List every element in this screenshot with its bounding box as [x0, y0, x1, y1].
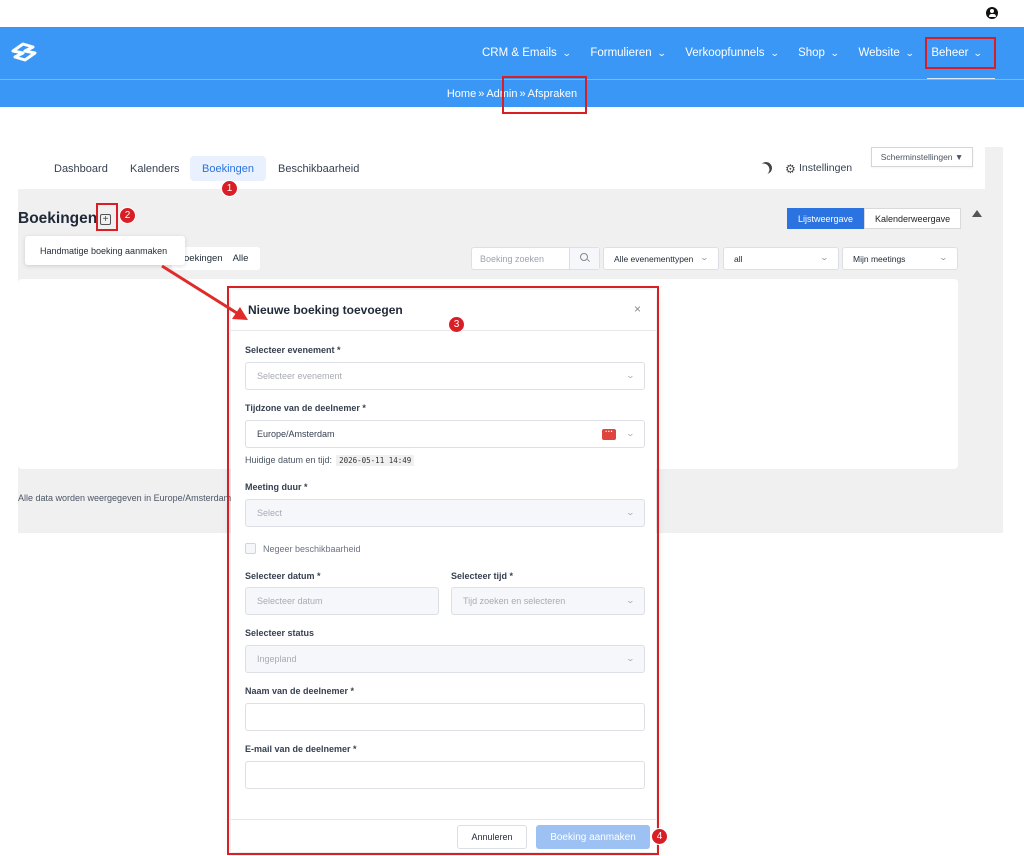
- booking-filter-tabs: oekingen Alle: [172, 247, 260, 270]
- top-strip: [0, 0, 1024, 27]
- nav-website[interactable]: Website ⌄: [858, 47, 915, 59]
- search-icon[interactable]: [569, 248, 599, 269]
- close-icon[interactable]: ×: [634, 302, 641, 316]
- divider: [231, 330, 656, 331]
- breadcrumb-separator: »: [478, 87, 485, 100]
- status-select[interactable]: Ingepland ⌄: [245, 645, 645, 673]
- chevron-down-icon: ⌄: [769, 47, 780, 58]
- scroll-up-arrow-icon[interactable]: [972, 210, 982, 217]
- tabs-bar: Dashboard Kalenders Boekingen Beschikbaa…: [18, 147, 985, 189]
- breadcrumb-home[interactable]: Home: [447, 88, 476, 100]
- event-label: Selecteer evenement *: [245, 345, 341, 355]
- scrollbar[interactable]: [985, 147, 1003, 533]
- ignore-availability-row: Negeer beschikbaarheid: [245, 543, 361, 554]
- attendee-name-label: Naam van de deelnemer *: [245, 686, 355, 696]
- ignore-availability-label: Negeer beschikbaarheid: [263, 543, 361, 554]
- status-label: Selecteer status: [245, 628, 315, 638]
- view-toggle: Lijstweergave Kalenderweergave: [787, 208, 962, 229]
- attendee-name-input[interactable]: [245, 703, 645, 731]
- annotation-marker-1: 1: [221, 180, 238, 197]
- current-datetime-value: 2026-05-11 14:49: [336, 455, 415, 466]
- annotation-marker-2: 2: [119, 207, 136, 224]
- chevron-down-icon: ⌄: [938, 253, 949, 262]
- calendar-view-button[interactable]: Kalenderweergave: [864, 208, 962, 229]
- annotation-box-plus: [96, 203, 118, 231]
- annotation-marker-4: 4: [651, 828, 668, 845]
- date-label: Selecteer datum *: [245, 571, 321, 581]
- time-label: Selecteer tijd *: [451, 571, 514, 581]
- nav-verkoopfunnels[interactable]: Verkoopfunnels ⌄: [685, 47, 780, 59]
- filter-tab-boekingen[interactable]: oekingen: [184, 253, 223, 264]
- chevron-down-icon: ⌄: [625, 508, 636, 517]
- create-booking-button[interactable]: Boeking aanmaken: [536, 825, 650, 849]
- meetings-filter-select[interactable]: Mijn meetings ⌄: [842, 247, 958, 270]
- user-account-icon[interactable]: [986, 7, 998, 19]
- tab-beschikbaarheid[interactable]: Beschikbaarheid: [266, 156, 371, 181]
- page-title: Boekingen: [18, 210, 98, 227]
- screen-settings-button[interactable]: Scherminstellingen ▼: [871, 147, 973, 167]
- manual-booking-tooltip: Handmatige boeking aanmaken: [25, 236, 185, 265]
- chevron-down-icon: ⌄: [904, 47, 915, 58]
- tab-boekingen[interactable]: Boekingen: [190, 156, 266, 181]
- chevron-down-icon: ⌄: [656, 47, 667, 58]
- event-select[interactable]: Selecteer evenement ⌄: [245, 362, 645, 390]
- modal-title: Nieuwe boeking toevoegen: [248, 303, 403, 317]
- logo-icon[interactable]: [9, 41, 39, 63]
- nav-crm-emails[interactable]: CRM & Emails ⌄: [482, 47, 572, 59]
- chevron-down-icon: ⌄: [819, 253, 830, 262]
- tab-kalenders[interactable]: Kalenders: [118, 156, 192, 181]
- event-type-select[interactable]: Alle evenementtypen ⌄: [603, 247, 719, 270]
- current-datetime: Huidige datum en tijd: 2026-05-11 14:49: [245, 455, 415, 466]
- list-view-button[interactable]: Lijstweergave: [787, 208, 865, 229]
- chevron-down-icon: ⌄: [625, 429, 636, 438]
- duration-label: Meeting duur *: [245, 482, 308, 492]
- timezone-footer-note: Alle data worden weergegeven in Europe/A…: [18, 493, 232, 503]
- timezone-select[interactable]: Europe/Amsterdam ··· ⌄: [245, 420, 645, 448]
- attendee-email-label: E-mail van de deelnemer *: [245, 744, 357, 754]
- ellipsis-icon[interactable]: ···: [602, 428, 616, 440]
- attendee-email-input[interactable]: [245, 761, 645, 789]
- chevron-down-icon: ⌄: [561, 47, 572, 58]
- chevron-down-icon: ⌄: [625, 596, 636, 605]
- chevron-down-icon: ⌄: [973, 47, 984, 58]
- gear-icon[interactable]: ⚙: [785, 162, 796, 176]
- nav-shop[interactable]: Shop ⌄: [798, 47, 840, 59]
- settings-link[interactable]: Instellingen: [799, 162, 852, 174]
- dark-mode-moon-icon[interactable]: [758, 160, 774, 176]
- booking-search-input[interactable]: Boeking zoeken: [471, 247, 600, 270]
- main-navigation: CRM & Emails ⌄ Formulieren ⌄ Verkoopfunnel…: [0, 27, 1024, 79]
- duration-select[interactable]: Select ⌄: [245, 499, 645, 527]
- annotation-marker-3: 3: [448, 316, 465, 333]
- nav-beheer[interactable]: Beheer ⌄: [925, 37, 996, 69]
- new-booking-modal: Nieuwe boeking toevoegen × Selecteer eve…: [231, 290, 656, 852]
- chevron-down-icon: ⌄: [625, 654, 636, 663]
- timezone-label: Tijdzone van de deelnemer *: [245, 403, 366, 413]
- annotation-box-breadcrumb: [502, 76, 587, 114]
- time-select[interactable]: Tijd zoeken en selecteren ⌄: [451, 587, 645, 615]
- date-picker[interactable]: Selecteer datum: [245, 587, 439, 615]
- cancel-button[interactable]: Annuleren: [457, 825, 527, 849]
- chevron-down-icon: ⌄: [829, 47, 840, 58]
- ignore-availability-checkbox[interactable]: [245, 543, 256, 554]
- chevron-down-icon: ⌄: [625, 371, 636, 380]
- filter-tab-alle[interactable]: Alle: [233, 253, 249, 264]
- divider: [231, 819, 656, 820]
- chevron-down-icon: ⌄: [699, 253, 710, 262]
- status-filter-select[interactable]: all ⌄: [723, 247, 839, 270]
- nav-formulieren[interactable]: Formulieren ⌄: [590, 47, 667, 59]
- tab-dashboard[interactable]: Dashboard: [42, 156, 120, 181]
